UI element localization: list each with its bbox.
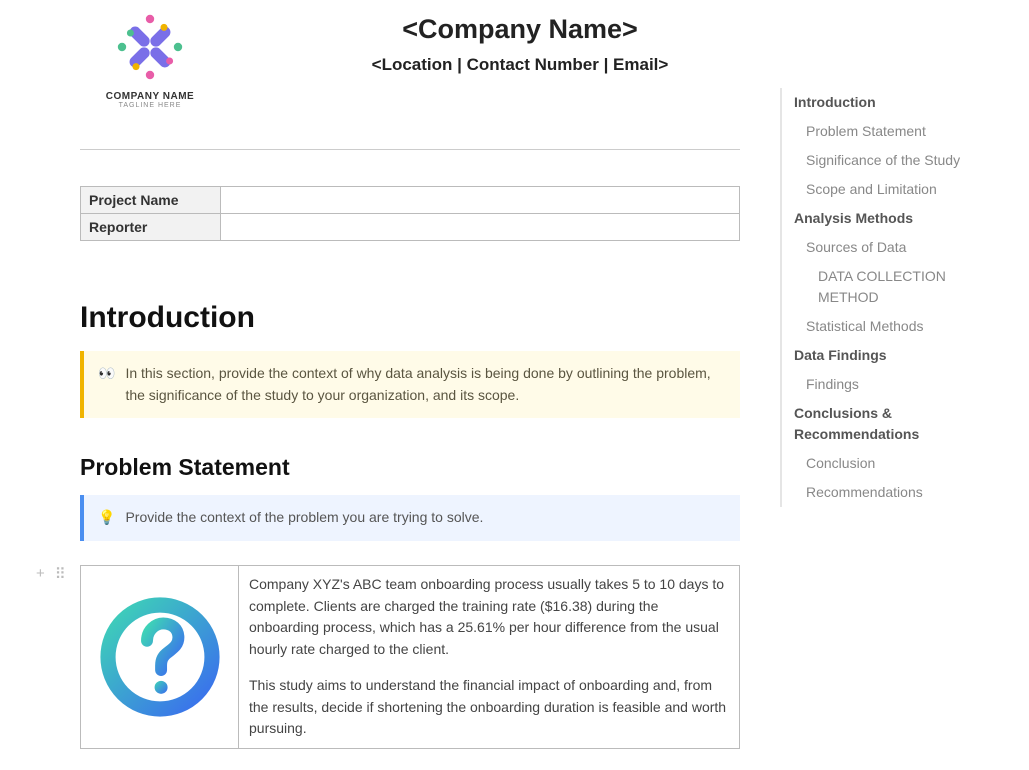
project-name-label: Project Name: [81, 187, 221, 214]
table-of-contents: Introduction Problem Statement Significa…: [780, 88, 1010, 507]
toc-data-collection-method[interactable]: DATA COLLECTION METHOD: [784, 262, 1010, 312]
problem-paragraph-2: This study aims to understand the financ…: [249, 675, 729, 740]
toc-conclusion[interactable]: Conclusion: [784, 449, 1010, 478]
toc-conclusions[interactable]: Conclusions & Recommendations: [784, 399, 1010, 449]
company-logo-block: COMPANY NAME TAGLINE HERE: [80, 8, 220, 109]
document-header: COMPANY NAME TAGLINE HERE <Company Name>…: [80, 8, 740, 109]
company-contact-subtitle: <Location | Contact Number | Email>: [300, 55, 740, 75]
toc-findings[interactable]: Findings: [784, 370, 1010, 399]
toc-significance[interactable]: Significance of the Study: [784, 146, 1010, 175]
project-name-value[interactable]: [221, 187, 740, 214]
intro-callout-text: In this section, provide the context of …: [125, 363, 726, 406]
toc-recommendations[interactable]: Recommendations: [784, 478, 1010, 507]
problem-callout: 💡 Provide the context of the problem you…: [80, 495, 740, 541]
eyes-icon: 👀: [98, 363, 115, 406]
table-row: Project Name: [81, 187, 740, 214]
header-divider: [80, 149, 740, 150]
document-main: COMPANY NAME TAGLINE HERE <Company Name>…: [80, 0, 740, 749]
bulb-icon: 💡: [98, 507, 115, 529]
problem-paragraph-1: Company XYZ's ABC team onboarding proces…: [249, 574, 729, 661]
logo-tagline: TAGLINE HERE: [80, 102, 220, 109]
project-meta-table: Project Name Reporter: [80, 186, 740, 241]
toc-scope[interactable]: Scope and Limitation: [784, 175, 1010, 204]
toc-sources-of-data[interactable]: Sources of Data: [784, 233, 1010, 262]
toc-data-findings[interactable]: Data Findings: [784, 341, 1010, 370]
problem-statement-heading: Problem Statement: [80, 454, 740, 481]
drag-handle[interactable]: ⠿: [55, 565, 66, 583]
company-logo-icon: [115, 12, 185, 82]
company-name-title: <Company Name>: [300, 14, 740, 45]
problem-image-cell: [81, 566, 239, 748]
reporter-value[interactable]: [221, 214, 740, 241]
problem-content-box: Company XYZ's ABC team onboarding proces…: [80, 565, 740, 749]
title-block: <Company Name> <Location | Contact Numbe…: [300, 8, 740, 75]
logo-company-name: COMPANY NAME: [80, 91, 220, 102]
toc-introduction[interactable]: Introduction: [784, 88, 1010, 117]
intro-callout: 👀 In this section, provide the context o…: [80, 351, 740, 418]
add-block-button[interactable]: +: [36, 565, 45, 583]
problem-callout-text: Provide the context of the problem you a…: [125, 507, 483, 529]
block-gutter: + ⠿: [36, 565, 66, 583]
problem-text-cell[interactable]: Company XYZ's ABC team onboarding proces…: [239, 566, 739, 748]
table-row: Reporter: [81, 214, 740, 241]
introduction-heading: Introduction: [80, 301, 740, 335]
toc-statistical-methods[interactable]: Statistical Methods: [784, 312, 1010, 341]
toc-problem-statement[interactable]: Problem Statement: [784, 117, 1010, 146]
question-mark-icon: [95, 592, 225, 722]
reporter-label: Reporter: [81, 214, 221, 241]
toc-analysis-methods[interactable]: Analysis Methods: [784, 204, 1010, 233]
